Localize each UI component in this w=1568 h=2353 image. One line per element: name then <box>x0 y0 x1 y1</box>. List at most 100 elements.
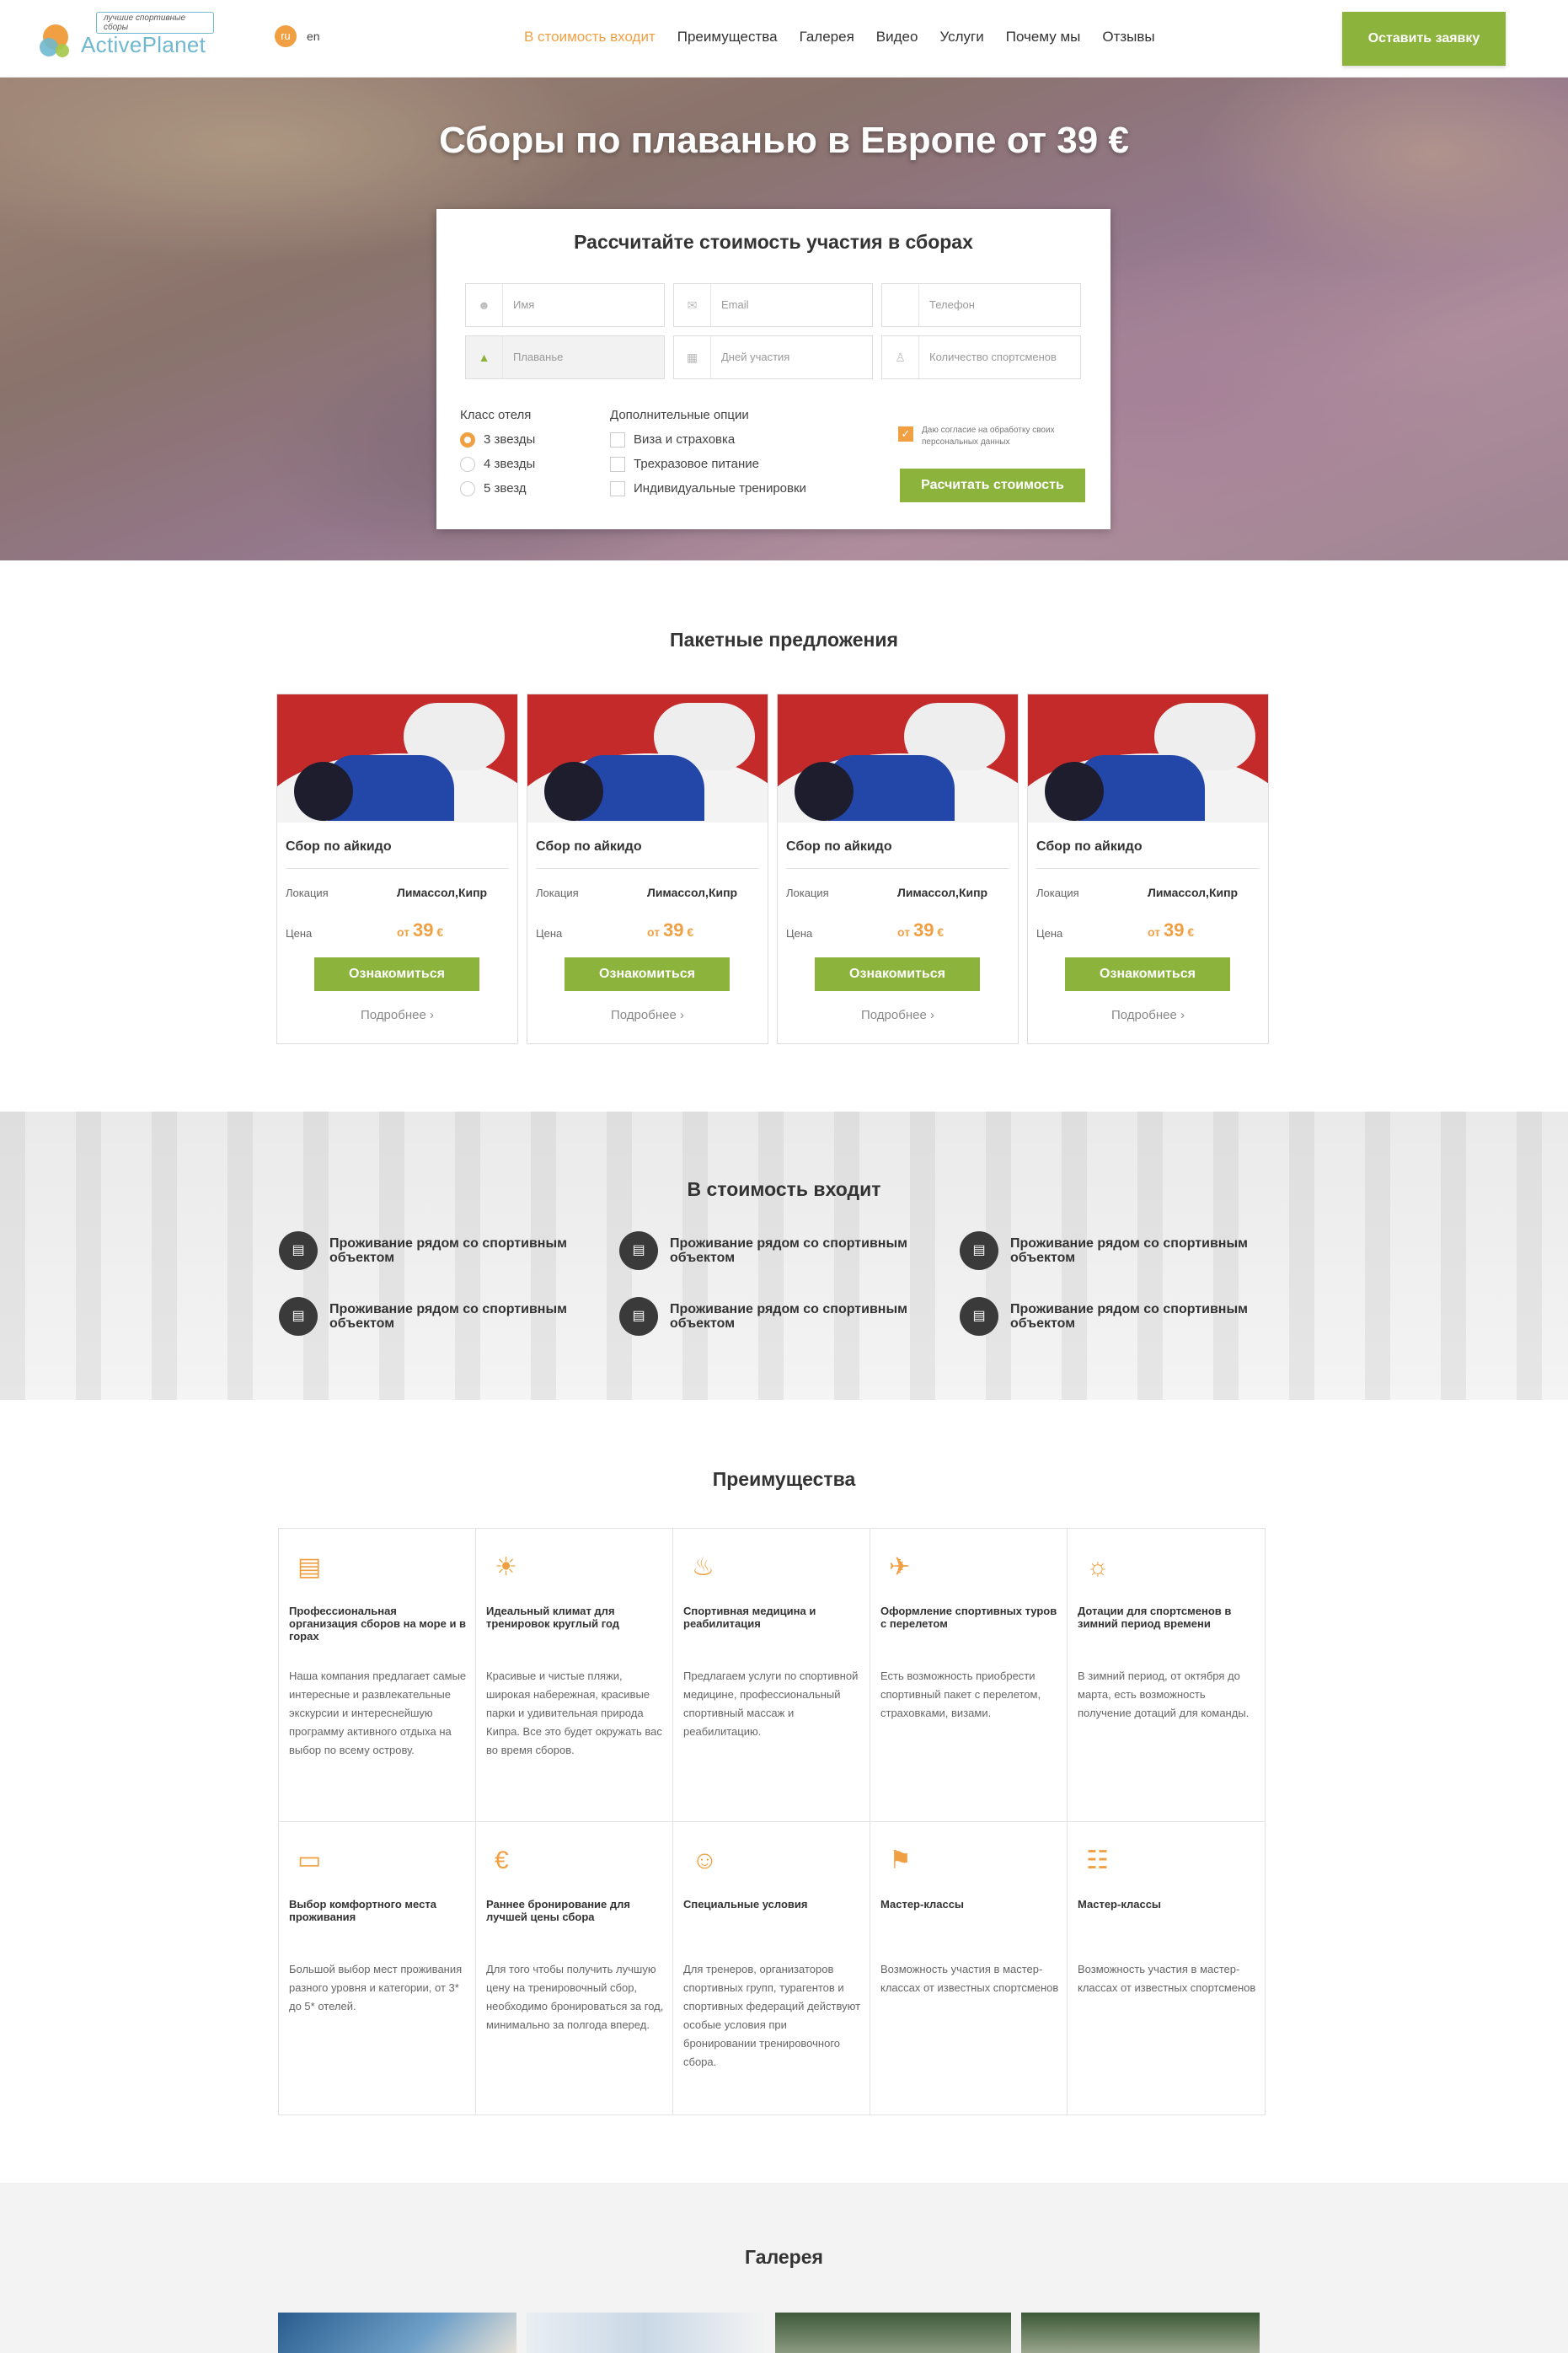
gallery-image[interactable] <box>1021 2313 1260 2353</box>
email-placeholder: Email <box>721 298 749 311</box>
image-shape <box>294 762 353 821</box>
more-label: Подробнее <box>861 1008 927 1022</box>
bed-icon: ▭ <box>297 1846 322 1874</box>
bus-icon: ▤ <box>960 1297 998 1336</box>
sport-icon: ▲ <box>466 336 503 378</box>
more-link[interactable]: Подробнее › <box>527 1008 768 1022</box>
package-card: Сбор по айкидо Локация Лимассол,Кипр Цена от… <box>527 694 768 1044</box>
athletes-placeholder: Количество спортсменов <box>929 351 1057 363</box>
palm-island-icon: ☀ <box>495 1553 517 1581</box>
location-label: Локация <box>536 887 579 899</box>
nav-gallery[interactable]: Галерея <box>800 25 854 49</box>
package-image[interactable] <box>527 694 768 823</box>
package-card: Сбор по айкидо Локация Лимассол,Кипр Цена от… <box>276 694 518 1044</box>
price-from: от <box>647 925 661 939</box>
hotel-3-stars[interactable]: 3 звезды <box>460 431 535 448</box>
massage-icon: ♨ <box>692 1553 714 1581</box>
advantage-card: ☀ Идеальный климат для тренировок круглый… <box>476 1529 673 1822</box>
package-image[interactable] <box>1028 694 1268 823</box>
lang-en[interactable]: en <box>307 25 320 47</box>
advantage-title: Специальные условия <box>683 1898 808 1911</box>
chevron-right-icon: › <box>429 1008 434 1022</box>
lang-ru[interactable]: ru <box>275 25 297 47</box>
main-nav: В стоимость входит Преимущества Галерея … <box>524 25 1177 49</box>
advantage-card: ▤ Профессиональная организация сборов на … <box>279 1529 476 1822</box>
calculator-title: Рассчитайте стоимость участия в сборах <box>574 231 973 253</box>
radio <box>460 481 475 496</box>
view-package-button[interactable]: Ознакомиться <box>1065 957 1230 991</box>
envelope-icon: ✉ <box>674 284 711 326</box>
email-field[interactable]: ✉ Email <box>673 283 873 327</box>
calculate-button[interactable]: Расчитать стоимость <box>900 469 1085 502</box>
option-label: Индивидуальные тренировки <box>634 481 806 496</box>
name-field[interactable]: ☻ Имя <box>465 283 665 327</box>
price-amount: 39 <box>1163 919 1185 941</box>
view-package-button[interactable]: Ознакомиться <box>815 957 980 991</box>
advantage-text: Есть возможность приобрести спортивный п… <box>880 1670 1041 1719</box>
advantage-title: Идеальный климат для тренировок круглый … <box>486 1605 619 1630</box>
location-value: Лимассол,Кипр <box>897 886 988 899</box>
more-link[interactable]: Подробнее › <box>778 1008 1018 1022</box>
nav-reviews[interactable]: Отзывы <box>1102 25 1154 49</box>
advantage-text: Возможность участия в мастер-классах от … <box>1078 1963 1256 1994</box>
phone-field[interactable]: Телефон <box>881 283 1081 327</box>
stadium-icon: ▤ <box>297 1553 322 1581</box>
chevron-right-icon: › <box>1180 1008 1185 1022</box>
divider <box>286 868 509 869</box>
bus-icon: ▤ <box>960 1231 998 1270</box>
gallery-image[interactable] <box>527 2313 765 2353</box>
calendar-icon: ▦ <box>674 336 711 378</box>
euro-icon: € <box>495 1846 509 1874</box>
divider <box>536 868 759 869</box>
more-link[interactable]: Подробнее › <box>1028 1008 1268 1022</box>
option-visa[interactable]: Виза и страховка <box>610 431 735 448</box>
image-shape <box>544 762 603 821</box>
logo[interactable]: лучшие спортивные сборы ActivePlanet <box>37 12 214 66</box>
bus-icon: ▤ <box>619 1297 658 1336</box>
athlete-icon: ⚑ <box>889 1846 912 1874</box>
bus-icon: ▤ <box>279 1297 318 1336</box>
chevron-right-icon: › <box>679 1008 684 1022</box>
nav-included[interactable]: В стоимость входит <box>524 25 656 49</box>
athletes-field[interactable]: ♙ Количество спортсменов <box>881 335 1081 379</box>
advantage-title: Оформление спортивных туров с перелетом <box>880 1605 1057 1630</box>
nav-services[interactable]: Услуги <box>939 25 983 49</box>
price-label: Цена <box>286 927 313 940</box>
price-from: от <box>897 925 911 939</box>
sport-field[interactable]: ▲ Плаванье <box>465 335 665 379</box>
advantage-title: Спортивная медицина и реабилитация <box>683 1605 816 1630</box>
included-item: ▤ Проживание рядом со спортивным объектом <box>960 1297 1263 1339</box>
gallery-image[interactable] <box>278 2313 516 2353</box>
included-item: ▤ Проживание рядом со спортивным объектом <box>619 1297 923 1339</box>
included-item-text: Проживание рядом со спортивным объектом <box>1010 1236 1248 1265</box>
nav-advantages[interactable]: Преимущества <box>677 25 778 49</box>
advantage-card: ☺ Специальные условия Для тренеров, органи… <box>673 1822 870 2115</box>
more-label: Подробнее <box>361 1008 426 1022</box>
consent-checkbox[interactable]: ✓ Даю согласие на обработку своих персон… <box>898 425 1067 455</box>
advantage-title: Мастер-классы <box>880 1898 965 1911</box>
consent-text: Даю согласие на обработку своих персонал… <box>922 426 1055 447</box>
advantages-title: Преимущества <box>712 1468 856 1490</box>
option-training[interactable]: Индивидуальные тренировки <box>610 480 806 497</box>
package-image[interactable] <box>778 694 1018 823</box>
more-link[interactable]: Подробнее › <box>277 1008 517 1022</box>
view-package-button[interactable]: Ознакомиться <box>565 957 730 991</box>
included-item-text: Проживание рядом со спортивным объектом <box>329 1302 567 1331</box>
package-image[interactable] <box>277 694 517 823</box>
advantage-text: Предлагаем услуги по спортивной медицине… <box>683 1670 859 1738</box>
gallery-image[interactable] <box>775 2313 1011 2353</box>
nav-video[interactable]: Видео <box>876 25 918 49</box>
hotel-5-stars[interactable]: 5 звезд <box>460 480 527 497</box>
page: { "header": { "logo_text": "ActivePlanet… <box>0 0 1568 2353</box>
advantage-text: Для того чтобы получить лучшую цену на т… <box>486 1963 664 2031</box>
view-package-button[interactable]: Ознакомиться <box>314 957 479 991</box>
nav-why-us[interactable]: Почему мы <box>1006 25 1081 49</box>
option-meals[interactable]: Трехразовое питание <box>610 456 759 473</box>
leave-request-button[interactable]: Оставить заявку <box>1342 12 1506 66</box>
included-item: ▤ Проживание рядом со спортивным объектом <box>279 1231 582 1273</box>
hotel-4-stars[interactable]: 4 звезды <box>460 456 535 473</box>
price-from: от <box>1148 925 1161 939</box>
price-amount: 39 <box>662 919 684 941</box>
days-field[interactable]: ▦ Дней участия <box>673 335 873 379</box>
hotel-option-label: 3 звезды <box>484 432 536 447</box>
